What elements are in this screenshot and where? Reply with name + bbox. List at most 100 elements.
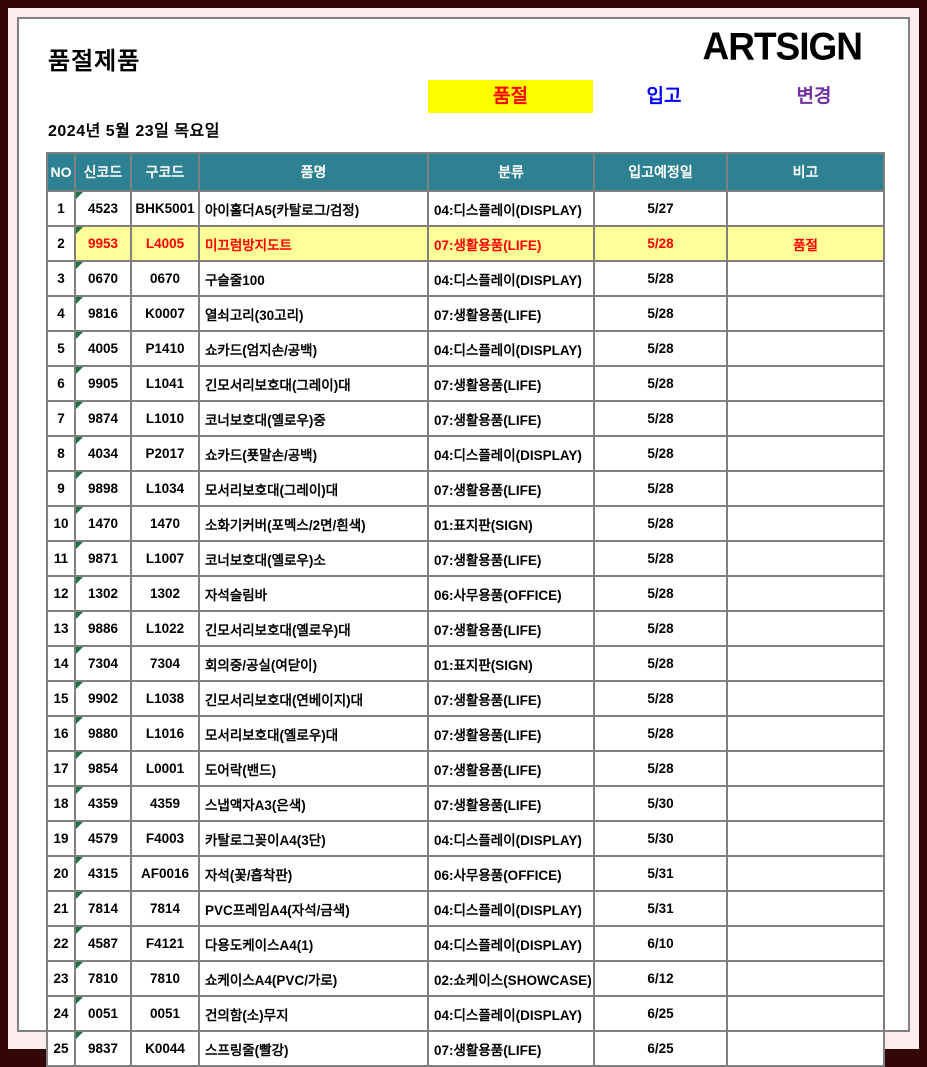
cell-text: 9953 [88, 236, 118, 251]
cell-new-code: 9905 [75, 366, 131, 401]
cell-product-name: 스프링줄(빨강) [199, 1031, 428, 1066]
error-indicator-triangle-icon [76, 472, 83, 479]
table-row: 2178147814PVC프레임A4(자석/금색)04:디스플레이(DISPLA… [47, 891, 884, 926]
cell-note [727, 751, 884, 786]
cell-note [727, 541, 884, 576]
cell-no: 19 [47, 821, 75, 856]
cell-text: 0051 [88, 1006, 118, 1021]
cell-old-code: P2017 [131, 436, 199, 471]
cell-due-date: 5/28 [594, 331, 727, 366]
cell-product-name: 모서리보호대(그레이)대 [199, 471, 428, 506]
cell-no: 1 [47, 191, 75, 226]
error-indicator-triangle-icon [76, 822, 83, 829]
cell-note [727, 576, 884, 611]
cell-new-code: 4034 [75, 436, 131, 471]
cell-text: 9898 [88, 481, 118, 496]
cell-category: 04:디스플레이(DISPLAY) [428, 926, 594, 961]
cell-note [727, 646, 884, 681]
cell-category: 04:디스플레이(DISPLAY) [428, 261, 594, 296]
col-header-old-code: 구코드 [131, 153, 199, 191]
cell-old-code: L0001 [131, 751, 199, 786]
cell-old-code: L1038 [131, 681, 199, 716]
cell-new-code: 9874 [75, 401, 131, 436]
report-date: 2024년 5월 23일 목요일 [48, 117, 220, 141]
cell-category: 04:디스플레이(DISPLAY) [428, 191, 594, 226]
cell-new-code: 0051 [75, 996, 131, 1031]
error-indicator-triangle-icon [76, 857, 83, 864]
cell-category: 07:생활용품(LIFE) [428, 611, 594, 646]
error-indicator-triangle-icon [76, 682, 83, 689]
sheet-panel: 품절제품 ARTSIGN 품절 입고 변경 2024년 5월 23일 목요일 N… [17, 17, 910, 1032]
cell-category: 07:생활용품(LIFE) [428, 226, 594, 261]
cell-product-name: 쇼카드(엄지손/공백) [199, 331, 428, 366]
cell-note [727, 296, 884, 331]
table-header-row: NO 신코드 구코드 품명 분류 입고예정일 비고 [47, 153, 884, 191]
table-row: 54005P1410쇼카드(엄지손/공백)04:디스플레이(DISPLAY)5/… [47, 331, 884, 366]
cell-category: 06:사무용품(OFFICE) [428, 856, 594, 891]
cell-due-date: 5/28 [594, 681, 727, 716]
cell-due-date: 5/28 [594, 646, 727, 681]
error-indicator-triangle-icon [76, 332, 83, 339]
cell-text: 1302 [88, 586, 118, 601]
cell-due-date: 5/27 [594, 191, 727, 226]
cell-text: 9880 [88, 726, 118, 741]
cell-note [727, 506, 884, 541]
cell-text: 1470 [88, 516, 118, 531]
cell-no: 17 [47, 751, 75, 786]
cell-old-code: 4359 [131, 786, 199, 821]
cell-text: 0670 [88, 271, 118, 286]
cell-category: 04:디스플레이(DISPLAY) [428, 331, 594, 366]
col-header-note: 비고 [727, 153, 884, 191]
cell-product-name: 소화기커버(포멕스/2면/흰색) [199, 506, 428, 541]
cell-no: 18 [47, 786, 75, 821]
cell-note [727, 611, 884, 646]
cell-no: 5 [47, 331, 75, 366]
legend-changed-label: 변경 [754, 80, 874, 113]
table-row: 194579F4003카탈로그꽂이A4(3단)04:디스플레이(DISPLAY)… [47, 821, 884, 856]
cell-old-code: 1302 [131, 576, 199, 611]
cell-new-code: 7304 [75, 646, 131, 681]
cell-category: 07:생활용품(LIFE) [428, 541, 594, 576]
cell-text: 9854 [88, 761, 118, 776]
error-indicator-triangle-icon [76, 927, 83, 934]
cell-note [727, 996, 884, 1031]
cell-new-code: 7814 [75, 891, 131, 926]
cell-text: 9816 [88, 306, 118, 321]
error-indicator-triangle-icon [76, 717, 83, 724]
cell-text: 7810 [88, 971, 118, 986]
cell-no: 22 [47, 926, 75, 961]
cell-product-name: 열쇠고리(30고리) [199, 296, 428, 331]
cell-due-date: 5/28 [594, 401, 727, 436]
cell-category: 07:생활용품(LIFE) [428, 1031, 594, 1066]
error-indicator-triangle-icon [76, 612, 83, 619]
error-indicator-triangle-icon [76, 227, 83, 234]
cell-due-date: 5/30 [594, 821, 727, 856]
cell-product-name: 아이홀더A5(카탈로그/검정) [199, 191, 428, 226]
cell-note [727, 716, 884, 751]
cell-product-name: 모서리보호대(옐로우)대 [199, 716, 428, 751]
cell-category: 07:생활용품(LIFE) [428, 716, 594, 751]
cell-note [727, 471, 884, 506]
cell-old-code: F4121 [131, 926, 199, 961]
cell-category: 07:생활용품(LIFE) [428, 681, 594, 716]
cell-product-name: 미끄럼방지도트 [199, 226, 428, 261]
cell-new-code: 1302 [75, 576, 131, 611]
cell-text: 4315 [88, 866, 118, 881]
cell-due-date: 5/28 [594, 226, 727, 261]
cell-category: 07:생활용품(LIFE) [428, 751, 594, 786]
cell-old-code: P1410 [131, 331, 199, 366]
cell-new-code: 9816 [75, 296, 131, 331]
error-indicator-triangle-icon [76, 647, 83, 654]
cell-product-name: 카탈로그꽂이A4(3단) [199, 821, 428, 856]
cell-category: 07:생활용품(LIFE) [428, 471, 594, 506]
cell-no: 21 [47, 891, 75, 926]
cell-no: 13 [47, 611, 75, 646]
cell-no: 15 [47, 681, 75, 716]
cell-no: 2 [47, 226, 75, 261]
table-row: 29953L4005미끄럼방지도트07:생활용품(LIFE)5/28품절 [47, 226, 884, 261]
col-header-new-code: 신코드 [75, 153, 131, 191]
cell-product-name: 다용도케이스A4(1) [199, 926, 428, 961]
cell-old-code: AF0016 [131, 856, 199, 891]
artsign-logo: ARTSIGN [703, 25, 863, 69]
col-header-category: 분류 [428, 153, 594, 191]
